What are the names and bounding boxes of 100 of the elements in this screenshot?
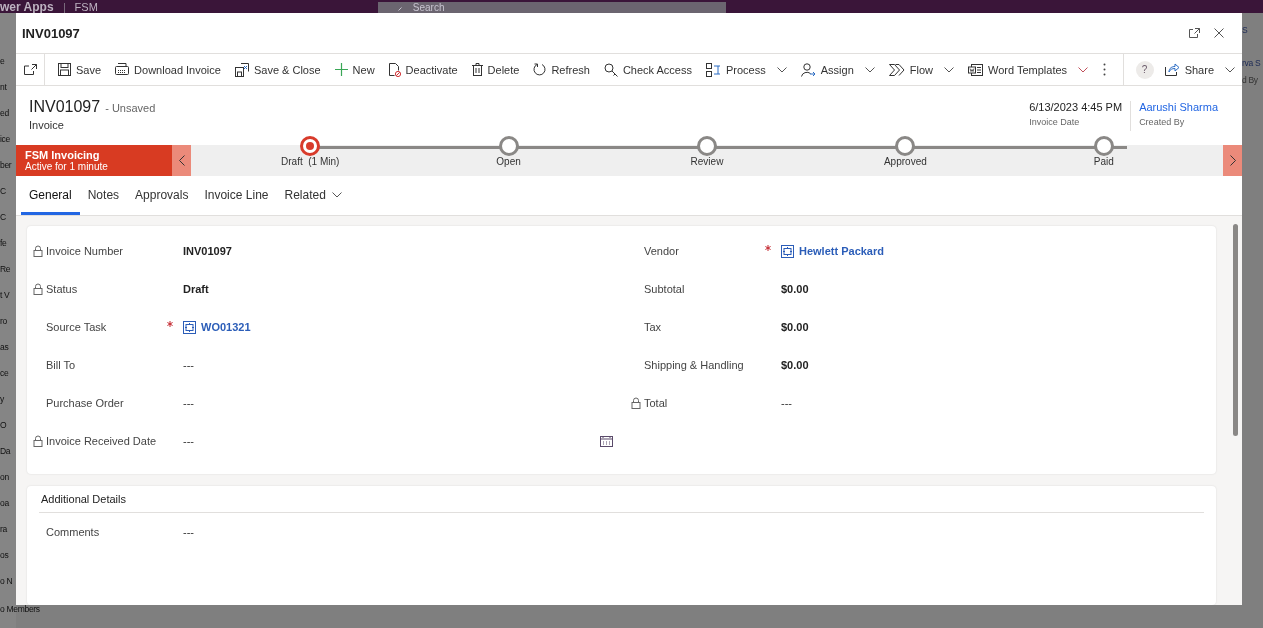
chevron-left-icon: [178, 155, 185, 166]
field-value[interactable]: ---: [183, 397, 194, 409]
process-flag[interactable]: FSM Invoicing Active for 1 minute: [16, 145, 172, 176]
field-label: Shipping & Handling: [644, 359, 744, 371]
toolbar-button[interactable]: Save: [51, 54, 109, 85]
toolbar-button[interactable]: Deactivate: [381, 54, 465, 85]
save-status: - Unsaved: [105, 102, 156, 114]
field-label: Source Task: [46, 321, 107, 333]
toolbar-button[interactable]: Delete: [464, 54, 527, 85]
tab[interactable]: Notes: [79, 177, 128, 215]
field-value[interactable]: INV01097: [183, 245, 232, 257]
sidebar-item[interactable]: y: [0, 393, 4, 405]
tab[interactable]: Related: [276, 177, 350, 215]
toolbar-button[interactable]: Flow: [881, 54, 961, 85]
share-button[interactable]: Share: [1157, 54, 1242, 85]
person-icon: [800, 62, 816, 77]
more-icon[interactable]: [1103, 63, 1107, 76]
header-text: rva S: [1242, 58, 1262, 69]
help-button[interactable]: ?: [1135, 60, 1154, 79]
header-label: Created By: [1139, 117, 1186, 127]
document-block-icon: [388, 62, 401, 77]
save-close-icon: [234, 62, 249, 77]
toolbar-button[interactable]: New: [327, 54, 382, 85]
process-status: Active for 1 minute: [25, 161, 109, 172]
process-stage[interactable]: Open: [453, 136, 564, 176]
record-icon: [781, 244, 794, 258]
sidebar-item[interactable]: t V: [0, 289, 10, 301]
step-circle-icon: [300, 136, 321, 156]
field-label: Invoice Received Date: [46, 435, 157, 447]
field-value[interactable]: ---: [183, 526, 194, 538]
toolbar-button[interactable]: Process: [699, 54, 794, 85]
process-icon: [706, 62, 721, 77]
sidebar-item[interactable]: O: [0, 419, 7, 431]
sidebar-item[interactable]: ce: [0, 367, 9, 379]
popout-icon[interactable]: [23, 64, 37, 75]
flow-icon: [888, 63, 905, 76]
sidebar-item[interactable]: o Members: [0, 603, 40, 615]
field-value[interactable]: ---: [183, 435, 194, 447]
sidebar-item[interactable]: ber: [0, 159, 12, 171]
sidebar-item[interactable]: e: [0, 55, 5, 67]
lookup-link[interactable]: Hewlett Packard: [799, 245, 884, 257]
process-stage[interactable]: Review: [651, 136, 762, 176]
sidebar-item[interactable]: Da: [0, 445, 11, 457]
sidebar-item[interactable]: os: [0, 549, 9, 561]
sidebar-item[interactable]: ra: [0, 523, 7, 535]
process-name: FSM Invoicing: [25, 149, 101, 161]
sidebar-item[interactable]: C: [0, 185, 6, 197]
record-title: INV01097: [29, 98, 101, 116]
document-icon: [115, 63, 130, 76]
sidebar-item[interactable]: nt: [0, 81, 7, 93]
owner-link[interactable]: Aarushi Sharma: [1139, 101, 1218, 113]
sidebar-item[interactable]: o N: [0, 575, 13, 587]
field-value[interactable]: $0.00: [781, 359, 809, 371]
field-label: Comments: [46, 526, 100, 538]
section-title: Additional Details: [39, 486, 1204, 513]
process-stage[interactable]: Approved: [850, 136, 961, 176]
field-label: Bill To: [46, 359, 76, 371]
header-text: d By: [1242, 75, 1259, 86]
chevron-right-icon: [1229, 155, 1236, 166]
toolbar-button[interactable]: Download Invoice: [108, 54, 228, 85]
toolbar-button[interactable]: Word Templates: [961, 54, 1096, 85]
toolbar-button[interactable]: Assign: [793, 54, 882, 85]
sidebar-item[interactable]: as: [0, 341, 9, 353]
process-stage[interactable]: Draft (1 Min): [255, 136, 366, 176]
field-value[interactable]: $0.00: [781, 321, 809, 333]
field-value[interactable]: Draft: [183, 283, 209, 295]
save-icon: [58, 63, 71, 76]
entity-name: Invoice: [29, 119, 65, 131]
field-label: Vendor: [644, 245, 679, 257]
popout-icon[interactable]: [1189, 28, 1200, 38]
field-value[interactable]: ---: [183, 359, 194, 371]
field-value[interactable]: $0.00: [781, 283, 809, 295]
plus-icon: [334, 63, 348, 76]
sidebar-item[interactable]: on: [0, 471, 9, 483]
field-label: Tax: [644, 321, 662, 333]
process-stage[interactable]: Paid: [1048, 136, 1159, 176]
lookup-link[interactable]: WO01321: [201, 321, 251, 333]
sidebar-item[interactable]: C: [0, 211, 6, 223]
sidebar-item[interactable]: Re: [0, 263, 11, 275]
field-value[interactable]: ---: [781, 397, 792, 409]
environment-name: FSM: [74, 1, 98, 13]
sidebar-item[interactable]: ro: [0, 315, 7, 327]
sidebar-item[interactable]: oa: [0, 497, 9, 509]
sidebar-item[interactable]: ed: [0, 107, 9, 119]
close-icon[interactable]: [1214, 28, 1224, 38]
toolbar-button[interactable]: Save & Close: [227, 54, 328, 85]
tab[interactable]: Invoice Line: [196, 177, 277, 215]
app-title: wer Apps: [0, 1, 54, 13]
field-label: Purchase Order: [46, 397, 124, 409]
field-label: Status: [46, 283, 78, 295]
sidebar-item[interactable]: ice: [0, 133, 10, 145]
scrollbar[interactable]: [1233, 224, 1238, 436]
tab[interactable]: Approvals: [127, 177, 197, 215]
toolbar-button[interactable]: Check Access: [596, 54, 699, 85]
field-label: Total: [644, 397, 668, 409]
calendar-icon[interactable]: [600, 435, 613, 447]
toolbar-button[interactable]: Refresh: [526, 54, 597, 85]
share-icon: [1164, 63, 1180, 76]
header-text: S: [1242, 25, 1249, 36]
sidebar-item[interactable]: fe: [0, 237, 7, 249]
